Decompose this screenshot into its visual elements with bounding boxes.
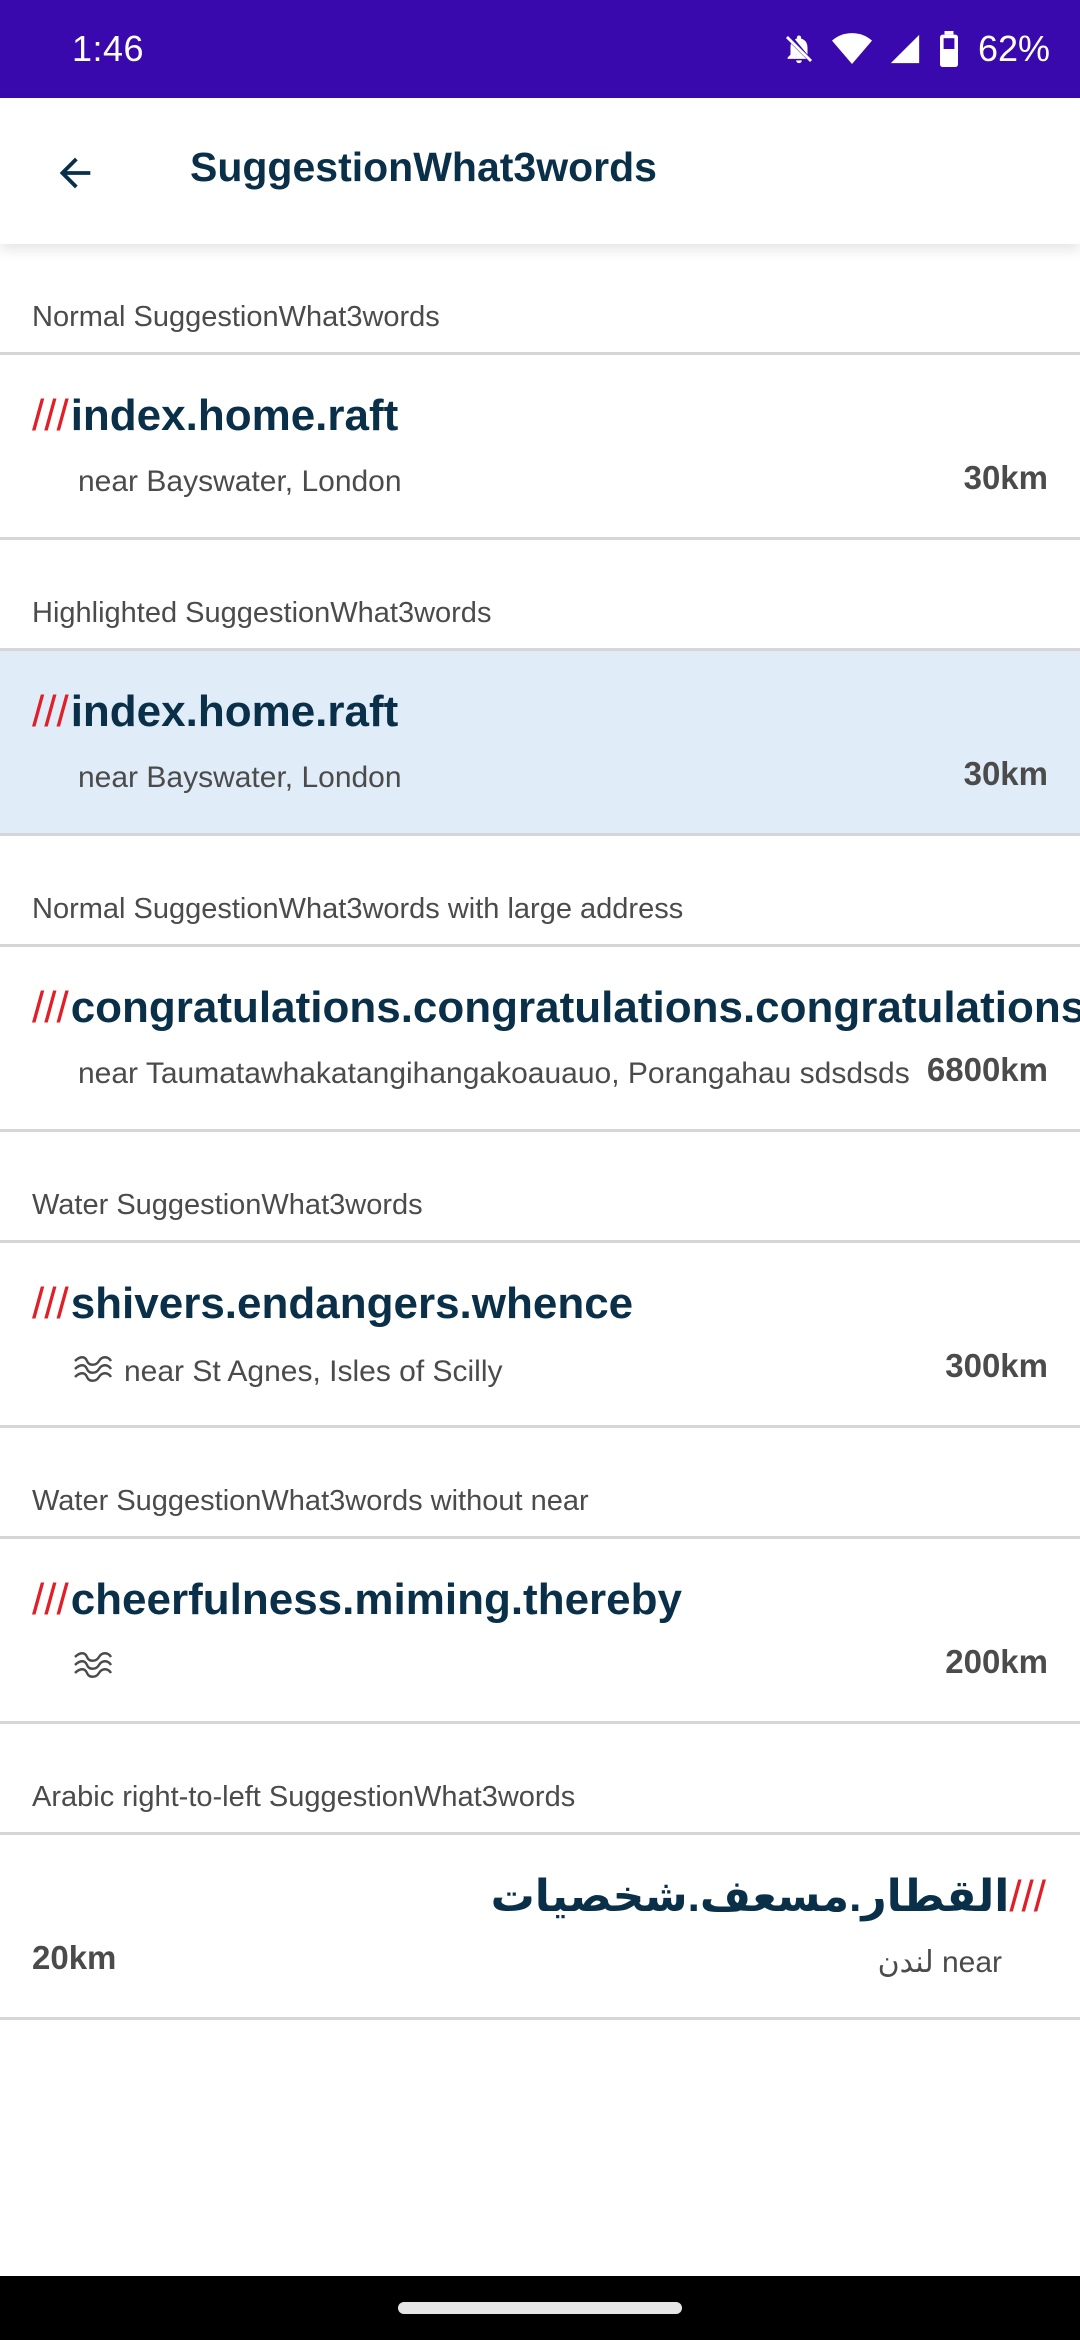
distance: 30km [963, 755, 1048, 792]
nearest-place: near لندن [877, 1946, 1002, 1979]
w3w-words: cheerfulness.miming.thereby [70, 1575, 682, 1624]
w3w-address: ///cheerfulness.miming.thereby [32, 1575, 682, 1625]
suggestion-item-highlighted[interactable]: ///index.home.raft near Bayswater, Londo… [0, 651, 1080, 836]
w3w-address: ///congratulations.congratulations.congr… [32, 983, 1080, 1033]
w3w-words: القطار.مسعف.شخصيات [490, 1872, 1010, 1921]
status-bar: 1:46 62% [0, 0, 1080, 98]
distance: 200km [945, 1643, 1048, 1680]
app-bar: SuggestionWhat3words [0, 98, 1080, 244]
back-button[interactable] [30, 138, 120, 208]
nearest-place: near Bayswater, London [78, 761, 402, 794]
w3w-address: ///index.home.raft [32, 391, 398, 441]
nearest-place: near Taumatawhakatangihangakoauauo, Pora… [78, 1057, 910, 1090]
water-icon [72, 1649, 114, 1687]
battery-percent: 62% [977, 28, 1050, 69]
suggestion-item-rtl[interactable]: ///القطار.مسعف.شخصيات near لندن 20km [0, 1835, 1080, 2020]
suggestion-list: Normal SuggestionWhat3words ///index.hom… [0, 244, 1080, 2020]
w3w-slashes: /// [1009, 1872, 1046, 1921]
battery-icon [938, 31, 960, 67]
section-header: Normal SuggestionWhat3words with large a… [0, 836, 1080, 947]
section-header: Highlighted SuggestionWhat3words [0, 540, 1080, 651]
distance: 30km [963, 459, 1048, 496]
w3w-address: ///القطار.مسعف.شخصيات [491, 1871, 1048, 1922]
status-time: 1:46 [72, 28, 145, 69]
suggestion-item-water-no-near[interactable]: ///cheerfulness.miming.thereby 200km [0, 1539, 1080, 1724]
w3w-words: index.home.raft [70, 391, 399, 440]
home-handle[interactable] [398, 2302, 682, 2314]
w3w-slashes: /// [32, 1279, 69, 1328]
distance: 20km [32, 1939, 117, 1976]
w3w-words: congratulations.congratulations.congratu… [70, 983, 1080, 1032]
nearest-place: near Bayswater, London [78, 465, 402, 498]
water-icon [72, 1353, 114, 1391]
suggestion-item-water[interactable]: ///shivers.endangers.whence near St Agne… [0, 1243, 1080, 1428]
system-nav-bar [0, 2276, 1080, 2340]
w3w-address: ///index.home.raft [32, 687, 398, 737]
distance: 300km [945, 1347, 1048, 1384]
status-icons: 62% [782, 24, 1050, 74]
distance: 6800km [926, 1051, 1048, 1088]
cell-signal-icon [888, 32, 922, 66]
notifications-off-icon [782, 32, 816, 66]
w3w-address: ///shivers.endangers.whence [32, 1279, 633, 1329]
section-header: Arabic right-to-left SuggestionWhat3word… [0, 1724, 1080, 1835]
w3w-slashes: /// [32, 391, 69, 440]
arrow-back-icon [59, 157, 91, 189]
section-header: Water SuggestionWhat3words without near [0, 1428, 1080, 1539]
section-header: Water SuggestionWhat3words [0, 1132, 1080, 1243]
nearest-place: near St Agnes, Isles of Scilly [74, 1353, 503, 1391]
w3w-slashes: /// [32, 1575, 69, 1624]
w3w-slashes: /// [32, 687, 69, 736]
page-title: SuggestionWhat3words [190, 144, 657, 190]
w3w-words: index.home.raft [70, 687, 399, 736]
nearest-place [74, 1649, 124, 1687]
suggestion-item-large-address[interactable]: ///congratulations.congratulations.congr… [0, 947, 1080, 1132]
suggestion-item-normal[interactable]: ///index.home.raft near Bayswater, Londo… [0, 355, 1080, 540]
section-header: Normal SuggestionWhat3words [0, 244, 1080, 355]
w3w-slashes: /// [32, 983, 69, 1032]
w3w-words: shivers.endangers.whence [70, 1279, 634, 1328]
wifi-icon [831, 32, 872, 66]
